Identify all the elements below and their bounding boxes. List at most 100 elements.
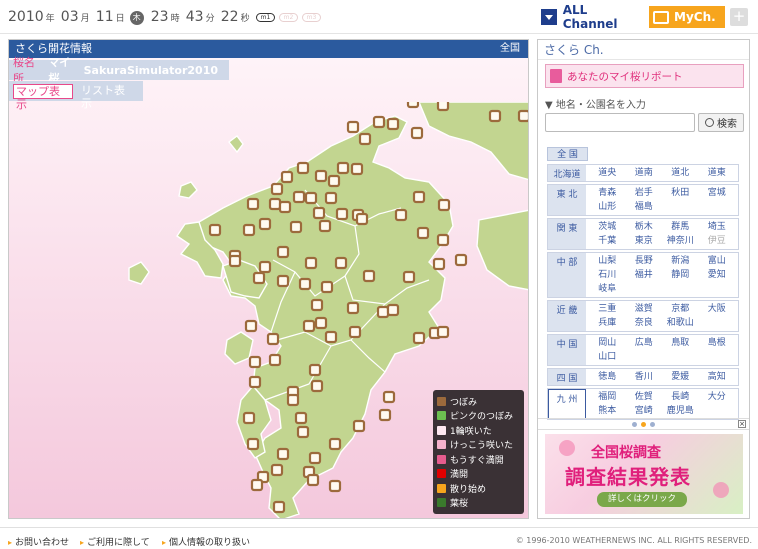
sakura-spot-marker[interactable] [306,473,320,487]
sakura-spot-marker[interactable] [402,270,416,284]
pref-link[interactable]: 島根 [699,336,736,350]
sakura-spot-marker[interactable] [394,208,408,222]
sakura-spot-marker[interactable] [372,115,386,129]
region-name[interactable]: 近 畿 [548,301,586,331]
sakura-spot-marker[interactable] [286,393,300,407]
sakura-spot-marker[interactable] [358,132,372,146]
pref-link[interactable]: 栃木 [626,220,663,234]
close-icon[interactable]: × [738,420,746,428]
sakura-spot-marker[interactable] [517,109,529,123]
sakura-spot-marker[interactable] [296,161,310,175]
sakura-spot-marker[interactable] [346,120,360,134]
pref-link[interactable]: 神奈川 [662,234,699,248]
sakura-spot-marker[interactable] [248,355,262,369]
my-sakura-report-button[interactable]: あなたのマイ桜リポート [545,64,744,88]
sakura-spot-marker[interactable] [335,207,349,221]
tab-map-view[interactable]: マップ表示 [13,83,73,111]
sakura-spot-marker[interactable] [304,256,318,270]
region-name-selected[interactable]: 九 州 [548,389,586,419]
place-search-input[interactable] [545,113,695,132]
region-name[interactable]: 中 部 [548,253,586,297]
pref-link[interactable]: 新潟 [662,254,699,268]
pref-link[interactable]: 大分 [699,390,736,404]
sakura-spot-marker[interactable] [328,479,342,493]
sakura-spot-marker[interactable] [382,390,396,404]
pref-link[interactable]: 高知 [699,370,736,384]
sakura-spot-marker[interactable] [410,126,424,140]
pager-dot-active[interactable] [641,422,646,427]
survey-results-banner[interactable]: 全国桜調査 調査結果発表 詳しくはクリック [545,434,743,514]
sakura-spot-marker[interactable] [406,102,420,109]
pref-link[interactable]: 宮崎 [626,404,663,418]
sakura-spot-marker[interactable] [280,170,294,184]
pref-link[interactable]: 岡山 [589,336,626,350]
pager-dot[interactable] [632,422,637,427]
sakura-spot-marker[interactable] [266,332,280,346]
pref-link[interactable]: 石川 [589,268,626,282]
footer-link-terms[interactable]: ご利用に際して [80,535,150,548]
region-name[interactable]: 中 国 [548,335,586,365]
sakura-spot-marker[interactable] [246,437,260,451]
pref-link[interactable]: 香川 [626,370,663,384]
pref-link[interactable]: 道北 [662,166,699,180]
sakura-spot-marker[interactable] [252,271,266,285]
pref-link[interactable]: 愛媛 [662,370,699,384]
m1-button[interactable]: m1 [256,13,275,22]
sakura-spot-marker[interactable] [454,253,468,267]
pref-link[interactable]: 広島 [626,336,663,350]
pref-link[interactable]: 山口 [589,350,626,364]
mych-button[interactable]: MyCh. [649,6,725,28]
tab-list-view[interactable]: リスト表示 [79,84,137,110]
pref-link[interactable]: 山形 [589,200,626,214]
sakura-spot-marker[interactable] [292,190,306,204]
sakura-spot-marker[interactable] [386,303,400,317]
sakura-spot-marker[interactable] [346,301,360,315]
region-name[interactable]: 四 国 [548,369,586,385]
sakura-spot-marker[interactable] [308,451,322,465]
pref-link[interactable]: 道央 [589,166,626,180]
pref-link[interactable]: 鳥取 [662,336,699,350]
sakura-spot-marker[interactable] [436,102,450,112]
sakura-spot-marker[interactable] [242,223,256,237]
sakura-spot-marker[interactable] [312,206,326,220]
sakura-spot-marker[interactable] [258,217,272,231]
region-name[interactable]: 関 東 [548,219,586,249]
sakura-spot-marker[interactable] [318,219,332,233]
sakura-spot-marker[interactable] [208,223,222,237]
sakura-spot-marker[interactable] [437,198,451,212]
sakura-spot-marker[interactable] [272,500,286,514]
sakura-spot-marker[interactable] [412,331,426,345]
pref-link[interactable]: 静岡 [662,268,699,282]
sakura-spot-marker[interactable] [378,408,392,422]
sakura-spot-marker[interactable] [386,117,400,131]
sakura-spot-marker[interactable] [488,109,502,123]
sakura-spot-marker[interactable] [298,277,312,291]
pref-link[interactable]: 京都 [662,302,699,316]
pref-link[interactable]: 福島 [626,200,663,214]
sakura-spot-marker[interactable] [228,254,242,268]
pref-link[interactable]: 富山 [699,254,736,268]
sakura-spot-marker[interactable] [270,182,284,196]
sakura-spot-marker[interactable] [308,363,322,377]
pref-link[interactable]: 和歌山 [662,316,699,330]
footer-link-contact[interactable]: お問い合わせ [8,535,69,548]
sakura-spot-marker[interactable] [327,174,341,188]
sakura-spot-marker[interactable] [296,425,310,439]
sakura-spot-marker[interactable] [334,256,348,270]
region-nationwide[interactable]: 全 国 [547,147,588,161]
subnav-simulator[interactable]: SakuraSimulator2010 [84,64,218,77]
pref-link[interactable]: 道南 [626,166,663,180]
pref-link[interactable]: 東京 [626,234,663,248]
sakura-spot-marker[interactable] [250,478,264,492]
pager-dot[interactable] [650,422,655,427]
sakura-spot-marker[interactable] [324,330,338,344]
sakura-spot-marker[interactable] [242,411,256,425]
pref-link[interactable]: 山梨 [589,254,626,268]
pref-link[interactable]: 岐阜 [589,282,626,296]
pref-link[interactable]: 青森 [589,186,626,200]
sakura-spot-marker[interactable] [310,298,324,312]
pref-link[interactable]: 滋賀 [626,302,663,316]
pref-link[interactable]: 長崎 [662,390,699,404]
sakura-spot-marker[interactable] [376,305,390,319]
sakura-spot-marker[interactable] [436,233,450,247]
